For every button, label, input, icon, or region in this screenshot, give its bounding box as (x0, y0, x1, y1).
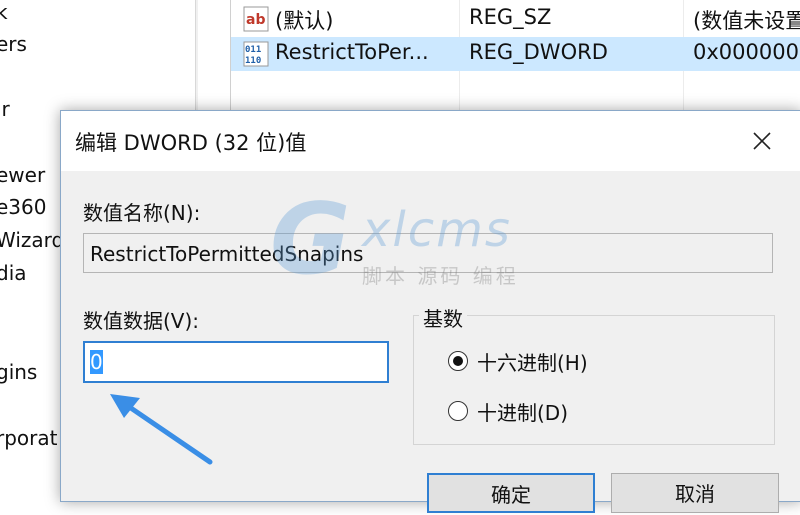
svg-text:110: 110 (245, 56, 261, 66)
value-name: (默认) (275, 9, 334, 33)
value-data-input[interactable]: 0 (83, 341, 389, 383)
value-data: 0x0000000 (693, 40, 800, 64)
tree-item[interactable]: ewer (0, 163, 45, 187)
string-value-icon: ab (243, 6, 269, 32)
tree-item[interactable]: e360 (0, 195, 46, 219)
close-icon (753, 132, 771, 150)
tree-item[interactable]: dia (0, 261, 27, 285)
radio-selected-dot (453, 356, 463, 366)
value-row[interactable]: ab (默认) REG_SZ (数值未设置 (231, 2, 800, 36)
registry-values-list[interactable]: ab (默认) REG_SZ (数值未设置 011 110 RestrictTo… (230, 0, 800, 110)
value-name-field: RestrictToPermittedSnapins (83, 233, 773, 273)
tree-item[interactable]: gins (0, 360, 37, 384)
svg-text:011: 011 (245, 45, 261, 55)
cancel-button[interactable]: 取消 (611, 473, 779, 513)
value-type: REG_SZ (469, 5, 552, 29)
tree-item[interactable]: ers (0, 32, 27, 56)
hex-radio-label[interactable]: 十六进制(H) (477, 347, 588, 376)
value-data-label: 数值数据(V): (83, 309, 200, 333)
dialog-titlebar[interactable]: 编辑 DWORD (32 位)值 (61, 111, 800, 171)
tree-item[interactable]: ir (0, 97, 10, 121)
value-data-text: 0 (90, 350, 103, 374)
dec-radio-label[interactable]: 十进制(D) (477, 397, 568, 426)
dec-radio[interactable] (448, 401, 468, 421)
tree-item[interactable]: k (0, 0, 8, 24)
ok-button[interactable]: 确定 (427, 473, 595, 513)
dword-value-icon: 011 110 (243, 41, 269, 67)
value-row-selected[interactable]: 011 110 RestrictToPer... REG_DWORD 0x000… (231, 37, 800, 71)
annotation-arrow-icon (110, 394, 213, 465)
base-label: 基数 (419, 303, 467, 332)
hex-radio[interactable] (448, 351, 468, 371)
value-name: RestrictToPer... (275, 40, 429, 64)
tree-item[interactable]: Wizard (0, 228, 64, 252)
tree-item[interactable]: rporat (0, 426, 57, 450)
value-type: REG_DWORD (469, 40, 608, 64)
value-data: (数值未设置 (693, 9, 800, 33)
dialog-title: 编辑 DWORD (32 位)值 (75, 131, 307, 155)
value-name-label: 数值名称(N): (83, 201, 201, 225)
base-groupbox (413, 315, 775, 445)
svg-text:ab: ab (246, 12, 265, 28)
close-button[interactable] (739, 119, 785, 163)
